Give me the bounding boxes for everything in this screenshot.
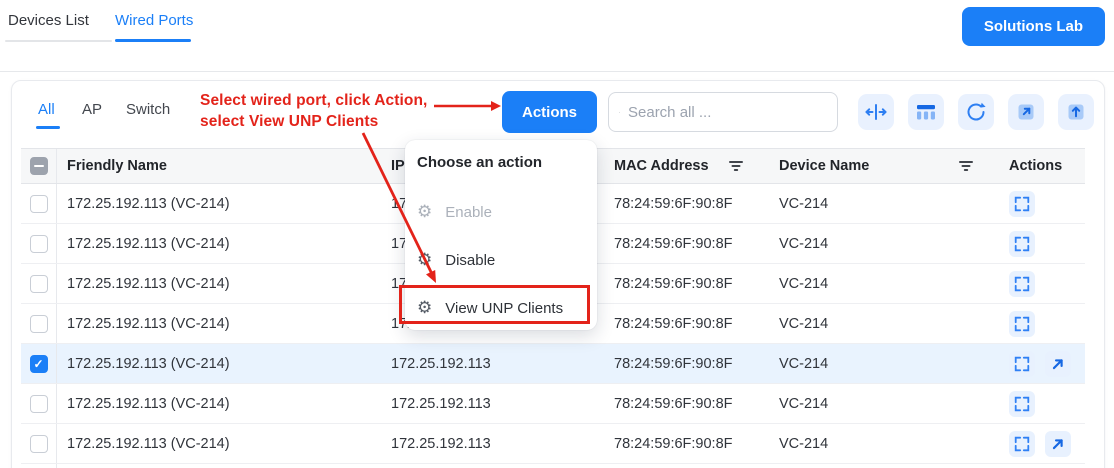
table-row[interactable]: 172.25.192.113 (VC-214) 172.25.192.113 7…	[21, 464, 1085, 468]
refresh-icon	[964, 100, 988, 124]
arrow-up-right-icon	[1049, 355, 1067, 373]
fit-columns-button[interactable]	[858, 94, 894, 130]
cell-device-name: VC-214	[769, 396, 999, 412]
cell-mac-address: 78:24:59:6F:90:8F	[604, 356, 769, 372]
expand-icon	[1013, 355, 1031, 373]
dropdown-title: Choose an action	[417, 154, 542, 171]
row-checkbox[interactable]	[30, 435, 48, 453]
cell-ip-address: 172.25.192.113	[381, 436, 604, 452]
table-row[interactable]: 172.25.192.113 (VC-214) 172.25.192.113 7…	[21, 384, 1085, 424]
row-checkbox[interactable]	[30, 195, 48, 213]
table-row[interactable]: 172.25.192.113 (VC-214) 172.25.192.113 7…	[21, 424, 1085, 464]
expand-row-button[interactable]	[1009, 351, 1035, 377]
expand-icon	[1013, 315, 1031, 333]
actions-dropdown: Choose an action ⚙ Enable ⚙ Disable ⚙ Vi…	[405, 140, 597, 330]
cell-mac-address: 78:24:59:6F:90:8F	[604, 436, 769, 452]
cell-friendly-name: 172.25.192.113 (VC-214)	[57, 316, 381, 332]
fit-columns-icon	[864, 100, 888, 124]
select-all-checkbox[interactable]	[30, 157, 48, 175]
expand-row-button[interactable]	[1009, 231, 1035, 257]
expand-icon	[1013, 275, 1031, 293]
header-friendly-name: Friendly Name	[57, 158, 381, 174]
open-external-row-button[interactable]	[1045, 351, 1071, 377]
header-device-name: Device Name	[769, 158, 999, 174]
tab-underline-active	[115, 39, 191, 42]
header-actions: Actions	[999, 158, 1085, 174]
cell-mac-address: 78:24:59:6F:90:8F	[604, 316, 769, 332]
export-icon	[1064, 100, 1088, 124]
filter-tab-active-underline	[36, 126, 60, 129]
cell-device-name: VC-214	[769, 316, 999, 332]
expand-icon	[1013, 435, 1031, 453]
cell-device-name: VC-214	[769, 276, 999, 292]
menu-item-disable[interactable]: ⚙ Disable	[405, 242, 597, 278]
header-divider	[0, 71, 1114, 72]
gear-icon: ⚙	[417, 300, 432, 317]
tab-underline-inactive	[5, 40, 112, 42]
gear-icon: ⚙	[417, 204, 432, 221]
cell-friendly-name: 172.25.192.113 (VC-214)	[57, 196, 381, 212]
open-external-row-button[interactable]	[1045, 431, 1071, 457]
open-external-toolbar-button[interactable]	[1008, 94, 1044, 130]
expand-row-button[interactable]	[1009, 431, 1035, 457]
gear-icon: ⚙	[417, 252, 432, 269]
menu-item-enable: ⚙ Enable	[405, 194, 597, 230]
cell-friendly-name: 172.25.192.113 (VC-214)	[57, 356, 381, 372]
row-checkbox[interactable]	[30, 235, 48, 253]
manage-columns-button[interactable]	[908, 94, 944, 130]
header-mac-address: MAC Address	[604, 158, 769, 174]
tab-devices-list[interactable]: Devices List	[8, 12, 89, 29]
open-external-icon	[1014, 100, 1038, 124]
search-box	[608, 92, 838, 132]
search-icon	[619, 104, 620, 121]
refresh-button[interactable]	[958, 94, 994, 130]
row-checkbox[interactable]	[30, 355, 48, 373]
cell-friendly-name: 172.25.192.113 (VC-214)	[57, 396, 381, 412]
cell-friendly-name: 172.25.192.113 (VC-214)	[57, 436, 381, 452]
cell-device-name: VC-214	[769, 436, 999, 452]
expand-row-button[interactable]	[1009, 311, 1035, 337]
expand-row-button[interactable]	[1009, 391, 1035, 417]
solutions-lab-button[interactable]: Solutions Lab	[962, 7, 1105, 46]
columns-icon	[914, 100, 938, 124]
cell-ip-address: 172.25.192.113	[381, 396, 604, 412]
search-input[interactable]	[628, 104, 827, 121]
actions-button[interactable]: Actions	[502, 91, 597, 133]
expand-icon	[1013, 395, 1031, 413]
filter-tab-all[interactable]: All	[38, 101, 55, 118]
cell-friendly-name: 172.25.192.113 (VC-214)	[57, 236, 381, 252]
cell-friendly-name: 172.25.192.113 (VC-214)	[57, 276, 381, 292]
row-checkbox[interactable]	[30, 275, 48, 293]
expand-row-button[interactable]	[1009, 271, 1035, 297]
arrow-up-right-icon	[1049, 435, 1067, 453]
filter-icon[interactable]	[959, 160, 973, 172]
tab-wired-ports[interactable]: Wired Ports	[115, 12, 193, 29]
menu-item-view-unp-clients[interactable]: ⚙ View UNP Clients	[405, 290, 597, 326]
cell-device-name: VC-214	[769, 356, 999, 372]
cell-mac-address: 78:24:59:6F:90:8F	[604, 396, 769, 412]
table-row[interactable]: 172.25.192.113 (VC-214) 172.25.192.113 7…	[21, 344, 1085, 384]
expand-icon	[1013, 235, 1031, 253]
filter-tab-switch[interactable]: Switch	[126, 101, 170, 118]
cell-mac-address: 78:24:59:6F:90:8F	[604, 276, 769, 292]
cell-mac-address: 78:24:59:6F:90:8F	[604, 236, 769, 252]
row-checkbox[interactable]	[30, 315, 48, 333]
cell-device-name: VC-214	[769, 196, 999, 212]
expand-icon	[1013, 195, 1031, 213]
expand-row-button[interactable]	[1009, 191, 1035, 217]
cell-ip-address: 172.25.192.113	[381, 356, 604, 372]
export-button[interactable]	[1058, 94, 1094, 130]
cell-device-name: VC-214	[769, 236, 999, 252]
filter-icon[interactable]	[729, 160, 743, 172]
annotation-text: Select wired port, click Action, select …	[200, 90, 427, 132]
filter-tab-ap[interactable]: AP	[82, 101, 102, 118]
row-checkbox[interactable]	[30, 395, 48, 413]
cell-mac-address: 78:24:59:6F:90:8F	[604, 196, 769, 212]
